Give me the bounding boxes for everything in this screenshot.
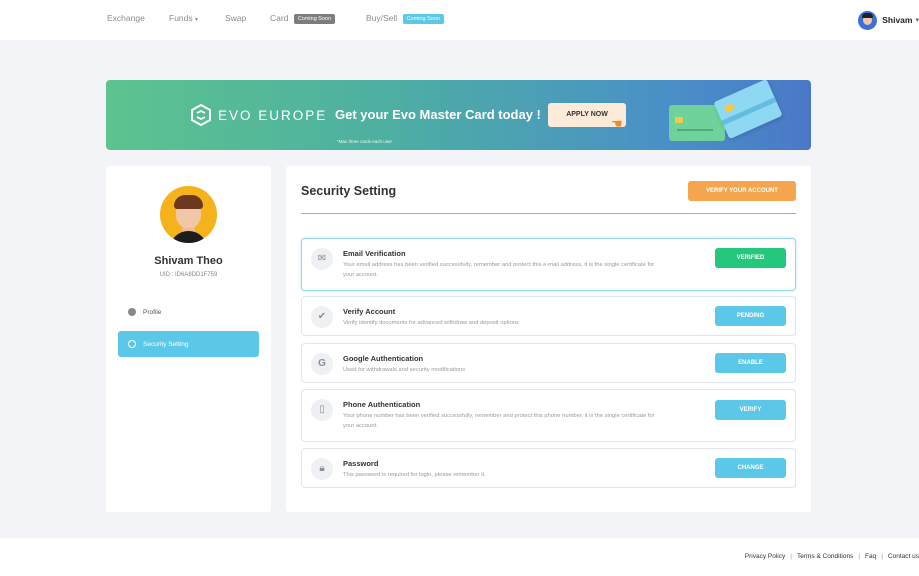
nav-funds-label: Funds (169, 13, 193, 23)
profile-name: Shivam Theo (154, 255, 223, 267)
sidebar-item-security-setting[interactable]: Security Setting (118, 331, 259, 357)
row-description: Your phone number has been verified succ… (343, 413, 655, 429)
page-title: Security Setting (301, 184, 397, 198)
footer-link-terms[interactable]: Terms & Conditions (797, 553, 853, 560)
sidebar-item-label: Profile (143, 308, 162, 316)
chevron-down-icon: ▾ (195, 17, 199, 23)
phone-icon: ▯ (311, 399, 333, 421)
verify-account-button[interactable]: VERIFY YOUR ACCOUNT (688, 181, 796, 201)
banner-title: Get your Evo Master Card today ! (335, 107, 541, 122)
security-row-email: ✉ Email Verification Your email address … (301, 238, 796, 291)
footer-links: Privacy Policy | Terms & Conditions | Faq | Co… (745, 553, 919, 560)
row-title: Google Authentication (343, 354, 424, 363)
nav-exchange[interactable]: Exchange (107, 13, 145, 23)
top-nav: Exchange Funds ▾ Swap Card Coming Soon B… (0, 0, 919, 40)
footer: Privacy Policy | Terms & Conditions | Faq | Co… (0, 538, 919, 576)
footer-separator: | (881, 553, 883, 560)
row-title: Phone Authentication (343, 400, 421, 409)
security-row-verify-account: ✔ Verify Account Verify identify documen… (301, 296, 796, 336)
evo-logo-icon (191, 104, 211, 126)
envelope-icon: ✉ (311, 248, 333, 270)
row-description: This password is required for login, ple… (343, 472, 486, 478)
globe-icon (128, 340, 136, 348)
evo-logo: EVO EUROPE (190, 104, 327, 126)
brand-name: EVO EUROPE (218, 107, 328, 123)
avatar (160, 186, 217, 243)
row-title: Email Verification (343, 249, 406, 258)
footer-separator: | (858, 553, 861, 560)
user-icon (128, 308, 136, 316)
nav-buy-sell-label: Buy/Sell (366, 13, 398, 23)
banner-note: *Max three cards each user (337, 139, 393, 144)
security-row-google-auth: G Google Authentication Used for withdra… (301, 343, 796, 383)
user-menu[interactable]: Shivam ▾ (858, 10, 919, 30)
sidebar-item-label: Security Setting (143, 340, 189, 348)
row-description: Your email address has been verified suc… (343, 262, 655, 278)
security-row-phone-auth: ▯ Phone Authentication Your phone number… (301, 389, 796, 442)
pending-button[interactable]: PENDING (715, 306, 786, 326)
footer-link-contact[interactable]: Contact us (888, 553, 919, 560)
check-badge-icon: ✔ (311, 306, 333, 328)
nav-card[interactable]: Card Coming Soon (270, 13, 336, 24)
verify-button[interactable]: VERIFY (715, 400, 786, 420)
nav-buy-sell[interactable]: Buy/Sell Coming Soon (366, 13, 444, 24)
user-name: Shivam (882, 15, 913, 25)
nav-funds[interactable]: Funds ▾ (169, 13, 198, 23)
security-row-password: 🔒︎ Password This password is required fo… (301, 448, 796, 488)
nav-swap[interactable]: Swap (225, 13, 246, 23)
security-panel: Security Setting VERIFY YOUR ACCOUNT ✉ E… (286, 166, 811, 512)
enable-button[interactable]: ENABLE (715, 353, 786, 373)
chevron-down-icon: ▾ (915, 17, 919, 24)
nav-card-label: Card (270, 13, 289, 23)
avatar (858, 10, 878, 30)
row-description: Used for withdrawals and security modifi… (343, 367, 466, 373)
verified-button[interactable]: VERIFIED (715, 248, 786, 268)
row-description: Verify identify documents for advanced w… (343, 320, 519, 326)
profile-uid: UID : ID6A8DD1F759 (159, 272, 218, 278)
lock-icon: 🔒︎ (311, 458, 333, 480)
change-button[interactable]: CHANGE (715, 458, 786, 478)
coming-soon-badge: Coming Soon (293, 14, 336, 24)
footer-separator: | (790, 553, 792, 560)
row-title: Verify Account (343, 307, 396, 316)
profile-sidebar: Shivam Theo UID : ID6A8DD1F759 Profile S… (106, 166, 271, 512)
google-icon: G (311, 353, 333, 375)
footer-link-privacy[interactable]: Privacy Policy (745, 553, 785, 560)
sidebar-item-profile[interactable]: Profile (118, 299, 259, 325)
row-title: Password (343, 459, 379, 468)
divider (301, 213, 796, 214)
footer-link-faq[interactable]: Faq (865, 553, 876, 560)
promo-banner: EVO EUROPE Get your Evo Master Card toda… (106, 80, 811, 150)
coming-soon-badge: Coming Soon (402, 14, 444, 24)
pointer-hand-icon: ☚ (611, 116, 623, 131)
